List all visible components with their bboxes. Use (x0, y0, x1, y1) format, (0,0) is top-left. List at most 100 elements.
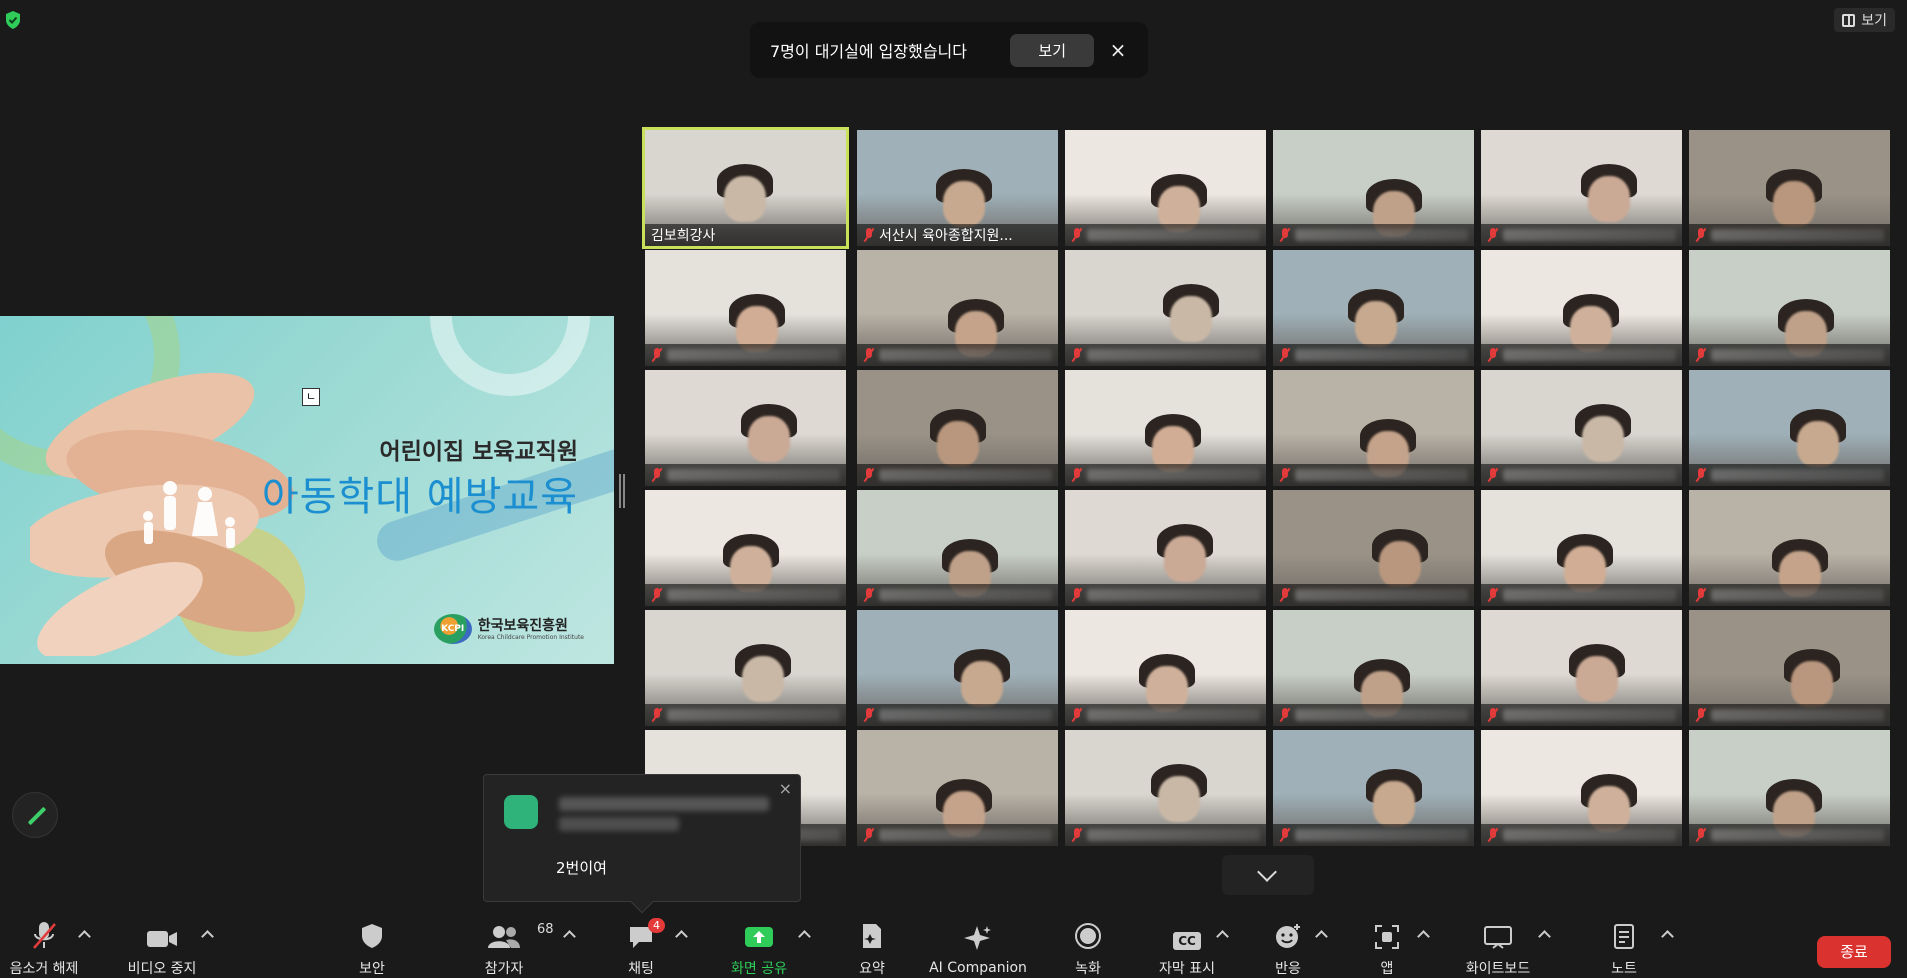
participant-name-bar (1273, 344, 1474, 366)
participant-tile[interactable]: 김보희강사 (642, 127, 849, 249)
security-shield-icon (360, 920, 384, 950)
participant-tile[interactable] (1481, 130, 1682, 246)
participant-tile[interactable] (857, 730, 1058, 846)
muted-mic-icon (1071, 588, 1083, 602)
stop-video-button[interactable]: 비디오 중지 (122, 920, 202, 978)
muted-mic-icon (1695, 708, 1707, 722)
muted-mic-icon (1487, 348, 1499, 362)
unmute-label: 음소거 해제 (9, 961, 79, 977)
summary-document-icon (860, 920, 884, 950)
participant-name-bar (857, 344, 1058, 366)
participant-name-blurred (667, 589, 840, 601)
participant-name-bar (1273, 224, 1474, 246)
participant-tile[interactable] (857, 490, 1058, 606)
apps-options-caret-icon[interactable] (1417, 930, 1430, 943)
end-meeting-button[interactable]: 종료 (1817, 936, 1891, 968)
view-mode-button[interactable]: 보기 (1834, 8, 1895, 32)
unmute-button[interactable]: 음소거 해제 (4, 920, 84, 978)
apps-label: 앱 (1380, 961, 1394, 977)
participant-tile[interactable] (1481, 610, 1682, 726)
participant-tile[interactable] (1065, 730, 1266, 846)
participant-name-blurred (879, 829, 1052, 841)
participant-tile[interactable] (1481, 730, 1682, 846)
participant-name-bar (1689, 464, 1890, 486)
captions-button[interactable]: CC 자막 표시 (1154, 920, 1220, 978)
summary-button[interactable]: 요약 (852, 920, 892, 978)
participant-tile[interactable] (1273, 490, 1474, 606)
participant-tile[interactable]: 서산시 육아종합지원... (857, 130, 1058, 246)
participant-tile[interactable] (1065, 130, 1266, 246)
chat-options-caret-icon[interactable] (675, 930, 688, 943)
participant-tile[interactable] (1273, 130, 1474, 246)
participant-name-bar (1689, 704, 1890, 726)
participant-face (1170, 296, 1212, 342)
annotate-button[interactable] (12, 792, 58, 838)
participant-tile[interactable] (1273, 730, 1474, 846)
participant-name-bar (1065, 344, 1266, 366)
video-options-caret-icon[interactable] (201, 930, 214, 943)
participant-tile[interactable] (645, 610, 846, 726)
chat-button[interactable]: 4 채팅 (616, 918, 666, 978)
participant-tile[interactable] (1481, 250, 1682, 366)
participant-name-bar (1689, 344, 1890, 366)
split-view-divider-handle[interactable] (619, 474, 625, 508)
reactions-button[interactable]: 반응 (1268, 920, 1308, 978)
notification-view-button[interactable]: 보기 (1010, 33, 1094, 67)
grid-view-icon (1842, 13, 1856, 27)
ai-companion-label: AI Companion (929, 960, 1027, 976)
participant-tile[interactable] (1689, 370, 1890, 486)
participant-tile[interactable] (857, 610, 1058, 726)
muted-mic-icon (1487, 588, 1499, 602)
participant-tile[interactable] (1065, 250, 1266, 366)
encryption-shield-icon[interactable] (4, 10, 22, 30)
share-screen-icon (744, 920, 774, 950)
notes-options-caret-icon[interactable] (1661, 930, 1674, 943)
participant-tile[interactable] (645, 490, 846, 606)
participant-name-bar (1481, 704, 1682, 726)
chat-notification-popup[interactable]: 2번이여 × (483, 774, 801, 914)
muted-mic-icon (1071, 708, 1083, 722)
notes-button[interactable]: 노트 (1604, 920, 1644, 978)
participant-tile[interactable] (645, 370, 846, 486)
record-button[interactable]: 녹화 (1068, 920, 1108, 978)
participant-name-blurred (1711, 349, 1884, 361)
participant-tile[interactable] (1065, 610, 1266, 726)
participant-tile[interactable] (857, 370, 1058, 486)
whiteboard-options-caret-icon[interactable] (1538, 930, 1551, 943)
participant-tile[interactable] (1689, 610, 1890, 726)
participant-tile[interactable] (1065, 490, 1266, 606)
participant-tile[interactable] (1273, 370, 1474, 486)
participant-tile[interactable] (1689, 490, 1890, 606)
participants-button[interactable]: 68 참가자 (474, 920, 554, 978)
participant-tile[interactable] (1481, 370, 1682, 486)
participant-tile[interactable] (1273, 250, 1474, 366)
participant-tile[interactable] (1065, 370, 1266, 486)
participant-tile[interactable] (645, 250, 846, 366)
microphone-muted-icon (31, 920, 57, 950)
muted-mic-icon (1695, 348, 1707, 362)
participant-tile[interactable] (1273, 610, 1474, 726)
muted-mic-icon (1071, 348, 1083, 362)
participant-name-blurred (879, 589, 1052, 601)
participant-tile[interactable] (1689, 130, 1890, 246)
participant-tile[interactable] (1689, 730, 1890, 846)
share-screen-button[interactable]: 화면 공유 (722, 920, 796, 978)
participant-name-bar (1065, 224, 1266, 246)
notification-close-icon[interactable]: × (1108, 38, 1128, 62)
participant-tile[interactable] (1481, 490, 1682, 606)
chat-popup-close-icon[interactable]: × (779, 779, 792, 798)
gallery-next-page-button[interactable] (1222, 855, 1314, 895)
participant-name-blurred (1295, 709, 1468, 721)
participant-tile[interactable] (857, 250, 1058, 366)
share-options-caret-icon[interactable] (798, 930, 811, 943)
participants-options-caret-icon[interactable] (563, 930, 576, 943)
reactions-options-caret-icon[interactable] (1315, 930, 1328, 943)
apps-button[interactable]: 앱 (1372, 920, 1402, 978)
muted-mic-icon (1279, 468, 1291, 482)
ai-companion-button[interactable]: AI Companion (926, 920, 1030, 978)
whiteboard-button[interactable]: 화이트보드 (1460, 920, 1536, 978)
record-icon (1074, 920, 1102, 950)
security-button[interactable]: 보안 (342, 920, 402, 978)
meeting-toolbar: 음소거 해제 비디오 중지 보안 68 참가자 4 채팅 화면 공유 요약 AI… (0, 918, 1907, 978)
participant-tile[interactable] (1689, 250, 1890, 366)
